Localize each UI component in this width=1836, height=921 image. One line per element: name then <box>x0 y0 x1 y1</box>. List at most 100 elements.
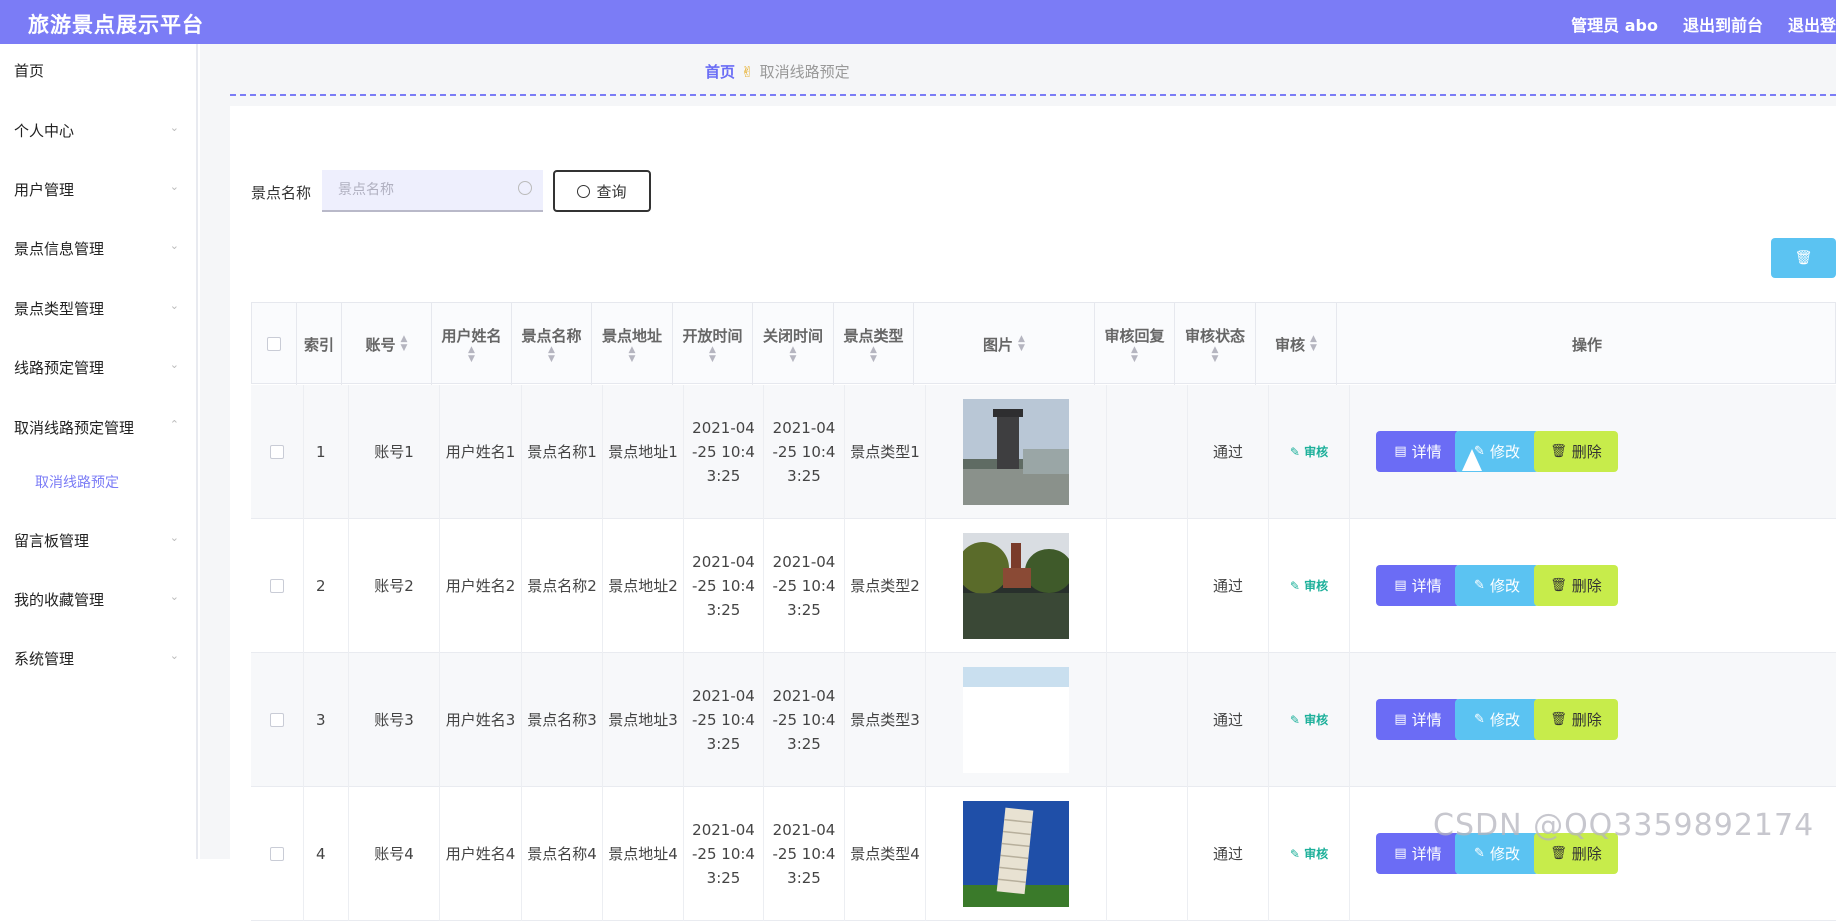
spot-image[interactable] <box>963 801 1069 907</box>
breadcrumb-home[interactable]: 首页 <box>705 63 735 81</box>
spot-address-cell: 景点地址3 <box>603 653 684 787</box>
query-button[interactable]: 查询 <box>553 170 651 212</box>
index-cell-text: 1 <box>316 443 326 461</box>
col-header: 操作 <box>1337 303 1836 385</box>
sidebar-item-favorites-mgmt[interactable]: 我的收藏管理 ⌄ <box>14 589 179 610</box>
sort-icon[interactable]: ▲ ▼ <box>870 345 877 364</box>
spot-image[interactable] <box>963 399 1069 505</box>
spot-image[interactable] <box>957 533 1073 639</box>
sort-icon[interactable]: ▲ ▼ <box>548 345 555 364</box>
main-content: 首页✌取消线路预定 景点名称 查询 🗑 索引 账号▲▼ 用户姓名▲▼ 景点名称▲… <box>200 44 1836 921</box>
sort-icon[interactable]: ▲ ▼ <box>1212 345 1219 364</box>
account-cell: 账号3 <box>349 653 440 787</box>
edit-button[interactable]: ✎ 修改 <box>1455 565 1539 606</box>
account-cell: 账号2 <box>349 519 440 653</box>
col-header[interactable]: 图片 ▲ ▼ <box>914 303 1095 385</box>
col-header[interactable]: 景点名称 ▲ ▼ <box>512 303 592 385</box>
col-header-label: 景点地址 <box>601 326 662 345</box>
trash-icon: 🗑 <box>1550 577 1567 593</box>
row-checkbox[interactable] <box>270 579 284 593</box>
user-name-cell-text: 用户姓名3 <box>445 711 516 729</box>
sort-icon[interactable]: ▲ ▼ <box>1310 335 1317 353</box>
trash-icon: 🗑 <box>1794 250 1813 266</box>
col-header[interactable]: 账号 ▲ ▼ <box>342 303 432 385</box>
status-cell: 通过 <box>1188 519 1269 653</box>
sort-icon[interactable]: ▲ ▼ <box>401 335 408 353</box>
edit-button[interactable]: ✎ 修改 <box>1455 699 1539 740</box>
row-checkbox[interactable] <box>270 713 284 727</box>
spot-name-cell: 景点名称1 <box>522 385 603 519</box>
chevron-down-icon: ⌄ <box>169 180 179 193</box>
delete-button-label: 删除 <box>1571 442 1602 461</box>
select-all-checkbox[interactable] <box>267 337 281 351</box>
spot-type-cell-text: 景点类型1 <box>850 443 920 461</box>
col-header[interactable]: 景点类型 ▲ ▼ <box>834 303 914 385</box>
document-icon: ▤ <box>1394 443 1407 459</box>
sort-icon[interactable]: ▲ ▼ <box>468 345 475 364</box>
exit-to-front-link[interactable]: 退出到前台 <box>1683 12 1763 36</box>
checkbox-cell <box>251 787 304 921</box>
image-cell <box>926 653 1107 787</box>
sidebar-item-label: 个人中心 <box>14 122 75 140</box>
spot-image[interactable] <box>963 667 1069 773</box>
index-cell: 4 <box>304 787 349 921</box>
search-icon <box>518 181 532 195</box>
sort-icon[interactable]: ▲ ▼ <box>629 345 636 364</box>
col-header[interactable]: 审核 ▲ ▼ <box>1256 303 1337 385</box>
open-time-cell-text: 2021-04-25 10:43:25 <box>692 687 755 753</box>
sidebar-item-system-mgmt[interactable]: 系统管理 ⌄ <box>14 648 179 669</box>
sidebar-item-spot-type-mgmt[interactable]: 景点类型管理 ⌄ <box>14 298 179 319</box>
sidebar-item-label: 用户管理 <box>14 181 75 199</box>
sort-icon[interactable]: ▲ ▼ <box>1018 335 1025 353</box>
sidebar-item-route-booking-mgmt[interactable]: 线路预定管理 ⌄ <box>14 357 179 378</box>
batch-delete-button[interactable]: 🗑 <box>1771 238 1836 278</box>
sidebar-subitem-cancel-booking[interactable]: 取消线路预定 <box>35 472 119 492</box>
close-time-cell-text: 2021-04-25 10:43:25 <box>772 553 836 619</box>
detail-button[interactable]: ▤ 详情 <box>1376 699 1460 740</box>
chevron-down-icon: ⌄ <box>169 239 179 252</box>
chevron-down-icon: ⌄ <box>169 121 179 134</box>
sort-icon[interactable]: ▲ ▼ <box>709 345 716 364</box>
user-name-cell: 用户姓名1 <box>440 385 522 519</box>
delete-button[interactable]: 🗑 删除 <box>1534 699 1618 740</box>
sidebar-item-home[interactable]: 首页 <box>14 60 179 81</box>
status-cell-text: 通过 <box>1212 443 1243 461</box>
col-header[interactable]: 关闭时间 ▲ ▼ <box>753 303 834 385</box>
search-icon <box>577 184 591 198</box>
audit-link[interactable]: ✎ 审核 <box>1290 842 1328 866</box>
open-time-cell-text: 2021-04-25 10:43:25 <box>692 553 755 619</box>
detail-button[interactable]: ▤ 详情 <box>1376 431 1460 472</box>
col-header[interactable]: 审核回复 ▲ ▼ <box>1095 303 1175 385</box>
account-cell-text: 账号2 <box>374 577 414 595</box>
detail-button-label: 详情 <box>1411 576 1442 595</box>
sort-icon[interactable]: ▲ ▼ <box>790 345 797 364</box>
admin-user[interactable]: 管理员 abo <box>1571 12 1658 36</box>
row-checkbox[interactable] <box>270 445 284 459</box>
account-cell-text: 账号4 <box>374 845 414 863</box>
spot-name-cell-text: 景点名称1 <box>527 443 597 461</box>
delete-button[interactable]: 🗑 删除 <box>1534 565 1618 606</box>
sidebar-item-user-mgmt[interactable]: 用户管理 ⌄ <box>14 179 179 200</box>
sidebar-item-spot-info-mgmt[interactable]: 景点信息管理 ⌄ <box>14 238 179 259</box>
audit-link[interactable]: ✎ 审核 <box>1290 440 1328 464</box>
delete-button[interactable]: 🗑 删除 <box>1534 431 1618 472</box>
breadcrumb-current: 取消线路预定 <box>759 63 850 81</box>
sidebar-item-personal-center[interactable]: 个人中心 ⌄ <box>14 120 179 141</box>
col-header-label: 审核回复 <box>1104 326 1165 345</box>
sidebar-item-message-board-mgmt[interactable]: 留言板管理 ⌄ <box>14 530 179 551</box>
sort-icon[interactable]: ▲ ▼ <box>1131 345 1138 364</box>
audit-link[interactable]: ✎ 审核 <box>1290 574 1328 598</box>
detail-button[interactable]: ▤ 详情 <box>1376 565 1460 606</box>
col-header[interactable]: 景点地址 ▲ ▼ <box>592 303 673 385</box>
col-header[interactable]: 审核状态 ▲ ▼ <box>1175 303 1256 385</box>
search-label: 景点名称 <box>251 184 312 202</box>
spot-type-cell-text: 景点类型4 <box>850 845 920 863</box>
audit-link[interactable]: ✎ 审核 <box>1290 708 1328 732</box>
logout-link[interactable]: 退出登 <box>1788 12 1836 36</box>
search-input[interactable] <box>322 170 543 212</box>
col-header[interactable]: 用户姓名 ▲ ▼ <box>432 303 512 385</box>
col-header[interactable]: 开放时间 ▲ ▼ <box>673 303 753 385</box>
sidebar-item-cancel-booking-mgmt[interactable]: 取消线路预定管理 ⌃ <box>14 417 179 438</box>
open-time-cell-text: 2021-04-25 10:43:25 <box>692 419 755 485</box>
account-cell-text: 账号3 <box>374 711 414 729</box>
